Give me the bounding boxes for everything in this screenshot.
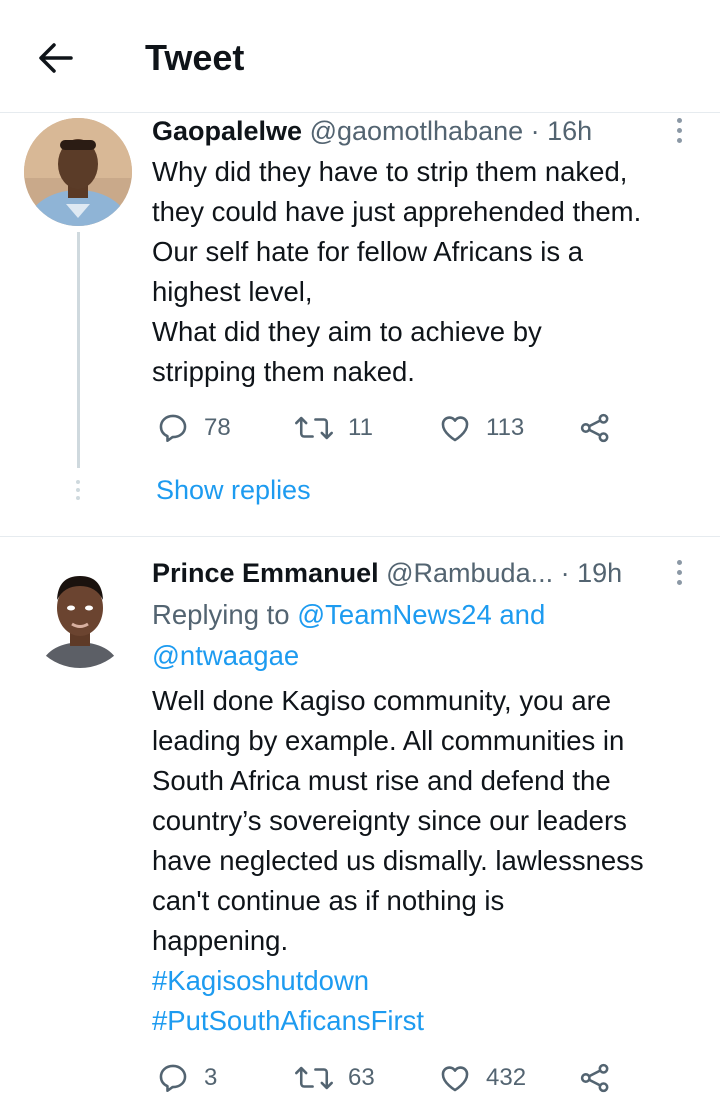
reply-icon — [159, 414, 187, 443]
replying-prefix: Replying to — [152, 599, 298, 630]
handle[interactable]: @gaomotlhabane — [310, 116, 524, 146]
like-count: 113 — [486, 414, 525, 441]
replying-to-line-2: @ntwaagae — [152, 635, 299, 676]
retweet-button[interactable]: 63 — [294, 1058, 375, 1098]
like-icon — [441, 1066, 469, 1092]
share-icon — [580, 413, 609, 443]
avatar[interactable] — [24, 118, 132, 226]
like-count: 432 — [486, 1064, 527, 1091]
share-button[interactable] — [578, 1058, 612, 1098]
like-icon — [441, 416, 469, 442]
timestamp[interactable]: · 19h — [561, 558, 623, 588]
tweet-text: Well done Kagiso community, you are lead… — [152, 685, 644, 956]
replying-and[interactable]: and — [492, 599, 545, 630]
retweet-icon — [295, 416, 333, 440]
tweet-meta: Gaopalelwe @gaomotlhabane · 16h — [152, 115, 592, 147]
reply-count: 3 — [204, 1064, 218, 1091]
tweet-divider — [0, 536, 720, 537]
reply-icon — [159, 1064, 187, 1093]
page-title: Tweet — [145, 37, 245, 78]
retweet-icon — [295, 1066, 333, 1090]
show-replies-link[interactable]: Show replies — [156, 472, 311, 508]
share-button[interactable] — [578, 408, 612, 448]
like-button[interactable]: 432 — [438, 1058, 526, 1098]
thread-line — [77, 232, 80, 468]
tweet-meta: Prince Emmanuel @Rambuda... · 19h — [152, 557, 622, 589]
reply-button[interactable]: 78 — [156, 408, 231, 448]
mention-link[interactable]: @TeamNews24 — [297, 599, 492, 630]
app-header: Tweet — [0, 0, 720, 112]
reply-count: 78 — [204, 414, 231, 441]
retweet-count: 11 — [348, 414, 373, 441]
retweet-button[interactable]: 11 — [294, 408, 373, 448]
tweet-text: Why did they have to strip them naked, t… — [152, 156, 642, 387]
more-vertical-icon[interactable] — [669, 560, 689, 592]
timestamp[interactable]: · 16h — [531, 116, 593, 146]
handle[interactable]: @Rambuda... — [386, 558, 553, 588]
display-name[interactable]: Gaopalelwe — [152, 116, 302, 146]
hashtag-link[interactable]: #Kagisoshutdown — [152, 961, 369, 1001]
mention-link[interactable]: @ntwaagae — [152, 640, 299, 671]
like-button[interactable]: 113 — [438, 408, 524, 448]
reply-button[interactable]: 3 — [156, 1058, 217, 1098]
thread-dots — [76, 480, 81, 504]
avatar[interactable] — [26, 560, 134, 668]
retweet-count: 63 — [348, 1064, 375, 1091]
hashtag-link[interactable]: #PutSouthAficansFirst — [152, 1001, 424, 1041]
back-arrow-icon[interactable] — [36, 38, 76, 78]
more-vertical-icon[interactable] — [669, 118, 689, 150]
share-icon — [580, 1063, 609, 1093]
replying-to: Replying to @TeamNews24 and — [152, 594, 545, 635]
display-name[interactable]: Prince Emmanuel — [152, 558, 379, 588]
header-divider — [0, 112, 720, 113]
